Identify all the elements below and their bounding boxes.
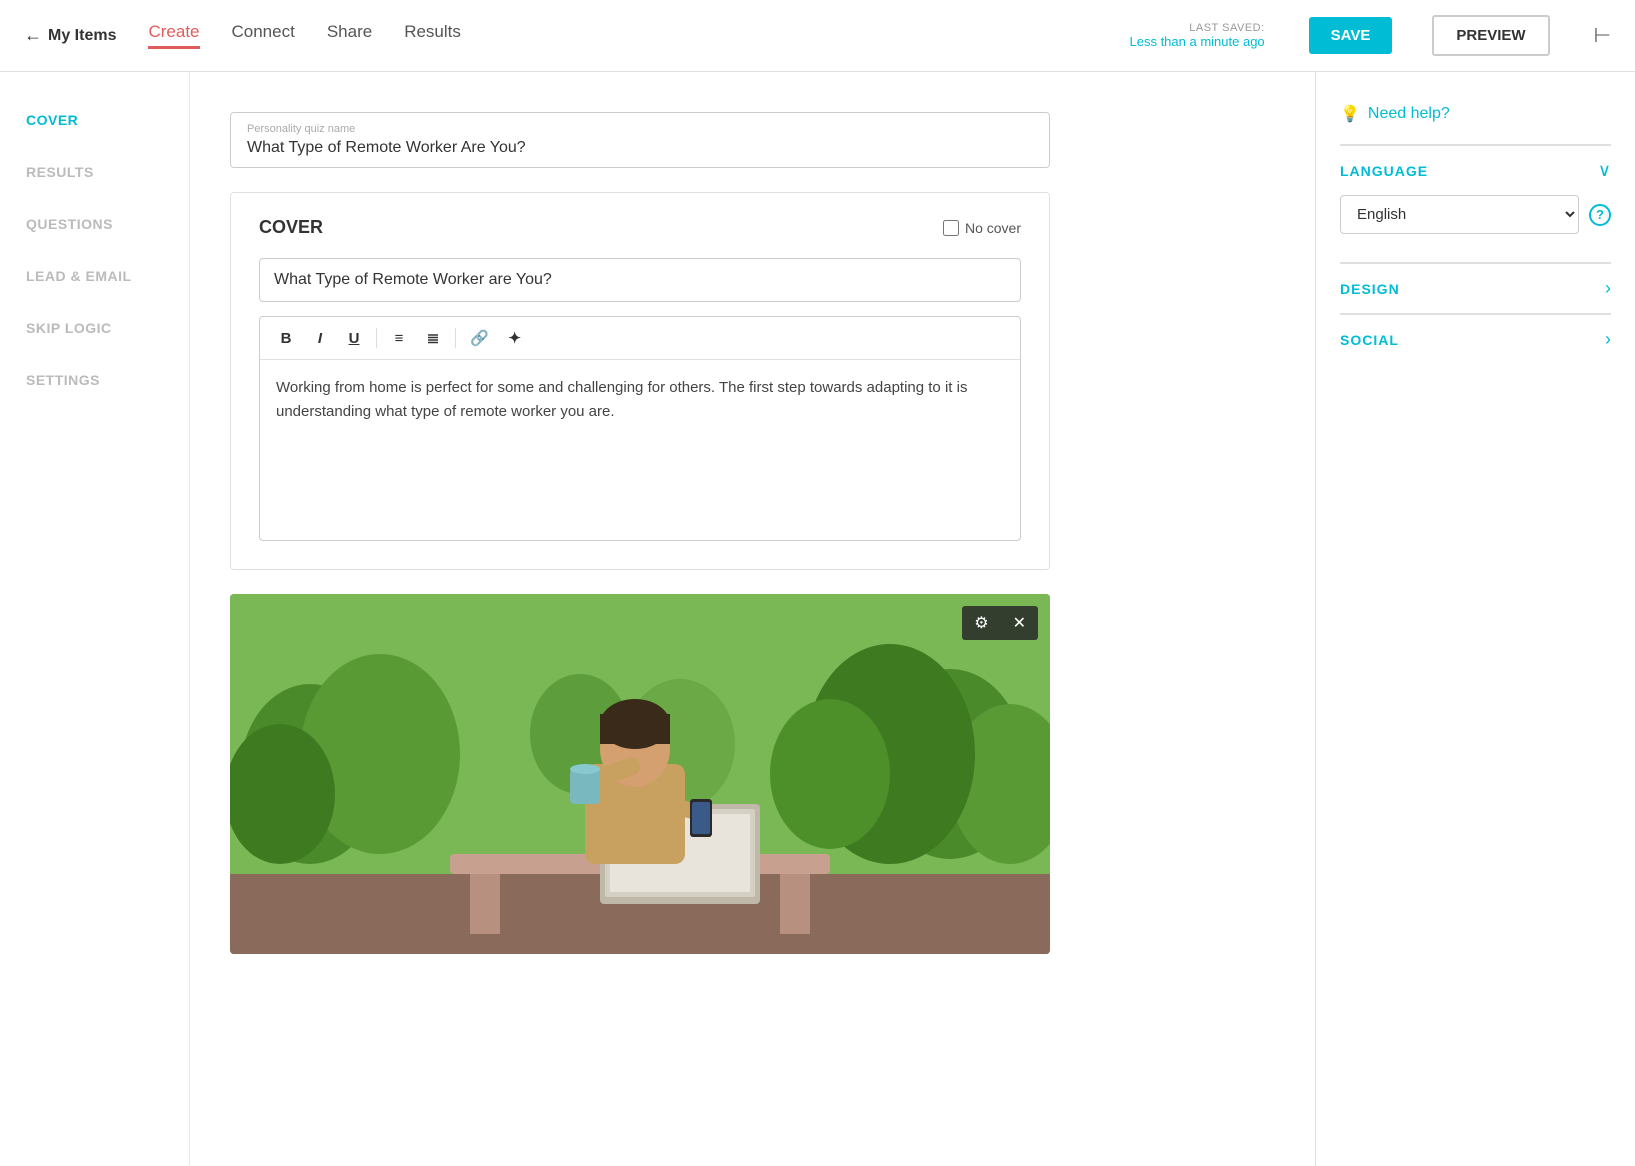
save-button[interactable]: SAVE xyxy=(1309,17,1393,54)
italic-button[interactable]: I xyxy=(304,326,336,351)
sidebar-item-results[interactable]: RESULTS xyxy=(26,164,173,180)
no-cover-text: No cover xyxy=(965,220,1021,236)
sidebar-item-questions[interactable]: QUESTIONS xyxy=(26,216,173,232)
language-select[interactable]: English Spanish French German Portuguese xyxy=(1340,195,1579,234)
quiz-name-label: Personality quiz name xyxy=(247,123,1033,135)
last-saved-block: LAST SAVED: Less than a minute ago xyxy=(1130,22,1265,49)
sidebar-item-cover[interactable]: COVER xyxy=(26,112,173,128)
cover-card-header: COVER No cover xyxy=(259,217,1021,238)
cover-title-input[interactable] xyxy=(259,258,1021,302)
image-settings-button[interactable]: ⚙ xyxy=(962,606,1000,640)
numbered-list-button[interactable]: ≣ xyxy=(417,325,449,351)
underline-button[interactable]: U xyxy=(338,326,370,351)
magic-button[interactable]: ✦ xyxy=(499,325,531,351)
content-area: Personality quiz name What Type of Remot… xyxy=(190,72,1315,1166)
editor-body-text: Working from home is perfect for some an… xyxy=(276,379,967,420)
need-help-label: Need help? xyxy=(1368,105,1450,123)
help-circle-label: ? xyxy=(1596,207,1604,222)
last-saved-time: Less than a minute ago xyxy=(1130,34,1265,49)
design-section: DESIGN › xyxy=(1340,262,1611,313)
cover-card: COVER No cover B I U ≡ ≣ 🔗 xyxy=(230,192,1050,570)
no-cover-checkbox[interactable] xyxy=(943,220,959,236)
no-cover-label[interactable]: No cover xyxy=(943,220,1021,236)
cover-image: ⚙ ✕ xyxy=(230,594,1050,954)
language-chevron-icon: ∨ xyxy=(1598,160,1611,181)
sidebar-item-skip-logic[interactable]: SKIP LOGIC xyxy=(26,320,173,336)
language-content: English Spanish French German Portuguese… xyxy=(1340,195,1611,262)
editor-toolbar: B I U ≡ ≣ 🔗 ✦ xyxy=(260,317,1020,360)
editor-section: B I U ≡ ≣ 🔗 ✦ Working from home is perfe… xyxy=(259,316,1021,541)
toolbar-divider-2 xyxy=(455,328,456,348)
language-select-row: English Spanish French German Portuguese… xyxy=(1340,195,1611,234)
need-help[interactable]: 💡 Need help? xyxy=(1340,104,1611,124)
image-remove-button[interactable]: ✕ xyxy=(1001,606,1038,640)
language-header[interactable]: LANGUAGE ∨ xyxy=(1340,160,1611,195)
preview-button[interactable]: PREVIEW xyxy=(1432,15,1549,56)
nav-items: Create Connect Share Results xyxy=(148,22,460,49)
need-help-icon: 💡 xyxy=(1340,104,1360,124)
main-layout: COVER RESULTS QUESTIONS LEAD & EMAIL SKI… xyxy=(0,72,1635,1166)
cover-image-svg xyxy=(230,594,1050,954)
quiz-name-wrapper: Personality quiz name What Type of Remot… xyxy=(230,112,1050,168)
language-help-button[interactable]: ? xyxy=(1589,204,1611,226)
back-arrow-icon: ← xyxy=(24,25,42,46)
social-section: SOCIAL › xyxy=(1340,313,1611,364)
last-saved-label: LAST SAVED: xyxy=(1130,22,1265,34)
design-title: DESIGN xyxy=(1340,281,1400,297)
bold-button[interactable]: B xyxy=(270,326,302,351)
quiz-name-value: What Type of Remote Worker Are You? xyxy=(247,139,1033,157)
bullet-list-button[interactable]: ≡ xyxy=(383,326,415,351)
nav-share[interactable]: Share xyxy=(327,22,372,49)
back-label: My Items xyxy=(48,27,116,45)
language-section: LANGUAGE ∨ English Spanish French German… xyxy=(1340,144,1611,262)
sidebar-item-settings[interactable]: SETTINGS xyxy=(26,372,173,388)
nav-connect[interactable]: Connect xyxy=(232,22,295,49)
back-button[interactable]: ← My Items xyxy=(24,25,116,46)
design-header[interactable]: DESIGN › xyxy=(1340,278,1611,313)
link-button[interactable]: 🔗 xyxy=(462,325,497,351)
tools-icon[interactable]: ⊢ xyxy=(1594,23,1611,48)
social-title: SOCIAL xyxy=(1340,332,1399,348)
top-nav: ← My Items Create Connect Share Results … xyxy=(0,0,1635,72)
cover-card-title: COVER xyxy=(259,217,323,238)
editor-body[interactable]: Working from home is perfect for some an… xyxy=(260,360,1020,540)
left-sidebar: COVER RESULTS QUESTIONS LEAD & EMAIL SKI… xyxy=(0,72,190,1166)
right-sidebar: 💡 Need help? LANGUAGE ∨ English Spanish … xyxy=(1315,72,1635,1166)
sidebar-item-lead-email[interactable]: LEAD & EMAIL xyxy=(26,268,173,284)
image-overlay-controls: ⚙ ✕ xyxy=(962,606,1038,640)
image-section: ⚙ ✕ xyxy=(230,594,1050,954)
design-chevron-icon: › xyxy=(1605,278,1611,299)
nav-create[interactable]: Create xyxy=(148,22,199,49)
social-chevron-icon: › xyxy=(1605,329,1611,350)
language-title: LANGUAGE xyxy=(1340,163,1428,179)
toolbar-divider-1 xyxy=(376,328,377,348)
nav-results[interactable]: Results xyxy=(404,22,461,49)
social-header[interactable]: SOCIAL › xyxy=(1340,329,1611,364)
